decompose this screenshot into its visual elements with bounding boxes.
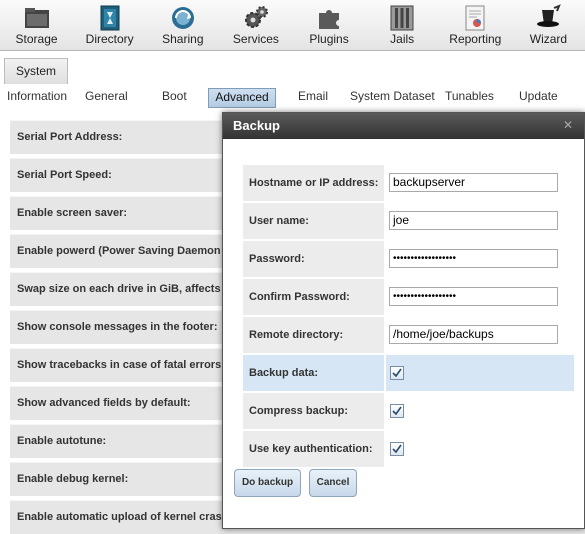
confirm-password-row: Confirm Password: ••••••••••••••••••	[243, 279, 574, 315]
setting-label: Enable screen saver:	[17, 207, 128, 219]
close-icon[interactable]: ✕	[562, 119, 574, 131]
setting-label: Serial Port Speed:	[17, 169, 112, 181]
confirm-password-label: Confirm Password:	[249, 291, 350, 303]
subtab-email[interactable]: Email	[298, 88, 328, 106]
cancel-button[interactable]: Cancel	[309, 469, 357, 497]
username-label: User name:	[249, 215, 309, 227]
plugins-icon	[319, 10, 340, 29]
toolbar-directory[interactable]: Directory	[73, 0, 146, 50]
toolbar-sharing[interactable]: Sharing	[146, 0, 219, 50]
checkmark-icon	[392, 406, 402, 416]
use-key-auth-checkbox[interactable]	[390, 442, 404, 456]
confirm-password-input[interactable]: ••••••••••••••••••	[389, 287, 558, 306]
compress-backup-row: Compress backup:	[243, 393, 574, 429]
wizard-icon	[537, 4, 562, 27]
compress-backup-label: Compress backup:	[249, 405, 349, 417]
remote-directory-input[interactable]: /home/joe/backups	[389, 325, 558, 344]
setting-label: Show console messages in the footer:	[17, 321, 218, 333]
hostname-input[interactable]: backupserver	[389, 173, 558, 192]
checkmark-icon	[392, 444, 402, 454]
tab-system[interactable]: System	[4, 58, 68, 85]
subtab-general[interactable]: General	[85, 88, 128, 106]
remote-directory-row: Remote directory: /home/joe/backups	[243, 317, 574, 353]
directory-icon	[100, 5, 120, 31]
setting-label: Show advanced fields by default:	[17, 397, 191, 409]
storage-icon	[24, 8, 49, 28]
reporting-icon	[465, 5, 485, 31]
dialog-titlebar: Backup ✕	[223, 113, 584, 139]
main-tabstrip: System	[0, 51, 585, 85]
subtab-system-dataset[interactable]: System Dataset	[350, 88, 435, 106]
setting-label: Enable debug kernel:	[17, 473, 129, 485]
jails-icon	[390, 5, 414, 31]
subtab-information[interactable]: Information	[7, 88, 67, 106]
dialog-title: Backup	[233, 118, 280, 133]
services-icon	[244, 6, 268, 28]
do-backup-button[interactable]: Do backup	[234, 469, 301, 497]
toolbar-wizard[interactable]: Wizard	[512, 0, 585, 50]
toolbar-services[interactable]: Services	[219, 0, 292, 50]
backup-data-row: Backup data:	[243, 355, 574, 391]
setting-label: Serial Port Address:	[17, 131, 123, 143]
sharing-icon	[171, 7, 194, 29]
password-label: Password:	[249, 253, 305, 265]
subtab-boot[interactable]: Boot	[162, 88, 187, 106]
remote-directory-label: Remote directory:	[249, 329, 344, 341]
backup-data-label: Backup data:	[249, 367, 319, 379]
hostname-row: Hostname or IP address: backupserver	[243, 165, 574, 201]
username-row: User name: joe	[243, 203, 574, 239]
toolbar-storage[interactable]: Storage	[0, 0, 73, 50]
top-toolbar: Storage Directory Sharing Services Plugi…	[0, 0, 585, 51]
hostname-label: Hostname or IP address:	[249, 177, 379, 189]
password-input[interactable]: ••••••••••••••••••	[389, 249, 558, 268]
backup-data-checkbox[interactable]	[390, 366, 404, 380]
username-input[interactable]: joe	[389, 211, 558, 230]
setting-label: Swap size on each drive in GiB, affects	[17, 283, 221, 295]
setting-label: Enable autotune:	[17, 435, 107, 447]
system-subtabs: Information General Boot Advanced Email …	[0, 84, 585, 110]
subtab-tunables[interactable]: Tunables	[445, 88, 494, 106]
setting-label: Enable powerd (Power Saving Daemon	[17, 245, 221, 257]
use-key-auth-label: Use key authentication:	[249, 443, 373, 455]
subtab-update[interactable]: Update	[519, 88, 558, 106]
toolbar-reporting[interactable]: Reporting	[439, 0, 512, 50]
use-key-auth-row: Use key authentication:	[243, 431, 574, 467]
toolbar-jails[interactable]: Jails	[366, 0, 439, 50]
setting-label: Show tracebacks in case of fatal errors	[17, 359, 222, 371]
subtab-advanced[interactable]: Advanced	[208, 88, 276, 108]
checkmark-icon	[392, 368, 402, 378]
backup-dialog: Backup ✕ Hostname or IP address: backups…	[222, 112, 585, 529]
toolbar-plugins[interactable]: Plugins	[293, 0, 366, 50]
compress-backup-checkbox[interactable]	[390, 404, 404, 418]
password-row: Password: ••••••••••••••••••	[243, 241, 574, 277]
